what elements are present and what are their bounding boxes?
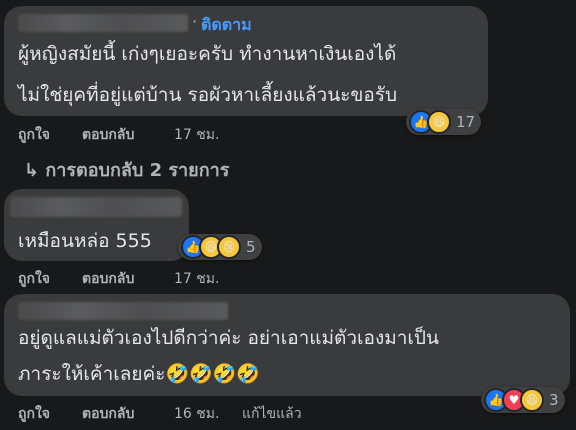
comment-bubble: เหมือนหล่อ 555	[4, 189, 189, 261]
comment-text-line: ไม่ใช่ยุคที่อยู่แต่บ้าน รอผัวหาเลี้ยงแล้…	[18, 84, 398, 106]
sad-icon: 😢	[217, 235, 241, 259]
like-button[interactable]: ถูกใจ	[18, 124, 50, 146]
reply-button[interactable]: ตอบกลับ	[82, 124, 134, 146]
comment-bubble: อยู่ดูแลแม่ตัวเองไปดีกว่าค่ะ อย่าเอาแม่ต…	[4, 294, 570, 396]
comment-text-line: เหมือนหล่อ 555	[18, 230, 152, 252]
timestamp[interactable]: 16 ชม.	[174, 403, 219, 425]
reply-button[interactable]: ตอบกลับ	[82, 403, 134, 425]
view-replies-link[interactable]: ↳ การตอบกลับ 2 รายการ	[24, 155, 229, 184]
reply-arrow-icon: ↳	[24, 160, 40, 181]
timestamp[interactable]: 17 ชม.	[174, 268, 219, 290]
reaction-count: 5	[246, 238, 256, 256]
haha-icon: 😆	[427, 110, 451, 134]
comment-text-line: อยู่ดูแลแม่ตัวเองไปดีกว่าค่ะ อย่าเอาแม่ต…	[18, 327, 439, 349]
like-button[interactable]: ถูกใจ	[18, 268, 50, 290]
reaction-summary[interactable]: 👍 😆 😢 5	[178, 234, 262, 260]
commenter-name-blurred[interactable]	[10, 197, 182, 217]
timestamp[interactable]: 17 ชม.	[174, 124, 219, 146]
reply-button[interactable]: ตอบกลับ	[82, 268, 134, 290]
commenter-name-blurred[interactable]	[18, 302, 228, 320]
reaction-count: 3	[549, 391, 559, 409]
comment-text-line: ผู้หญิงสมัยนี้ เก่งๆเยอะครับ ทำงานหาเงิน…	[18, 43, 397, 65]
haha-icon: 😆	[520, 388, 544, 412]
comment-text-line: ภาระให้เค้าเลยค่ะ🤣🤣🤣🤣	[18, 363, 261, 385]
reaction-count: 17	[456, 113, 476, 131]
view-replies-label: การตอบกลับ 2 รายการ	[45, 160, 230, 181]
reaction-summary[interactable]: 👍 ♥ 😆 3	[481, 387, 565, 413]
separator-dot: ·	[192, 12, 198, 31]
comment-bubble: · ติดตาม ผู้หญิงสมัยนี้ เก่งๆเยอะครับ ทำ…	[4, 6, 488, 116]
commenter-name-blurred[interactable]	[18, 14, 188, 32]
reaction-summary[interactable]: 👍 😆 17	[406, 109, 482, 135]
edited-label[interactable]: แก้ไขแล้ว	[242, 403, 302, 425]
like-button[interactable]: ถูกใจ	[18, 403, 50, 425]
